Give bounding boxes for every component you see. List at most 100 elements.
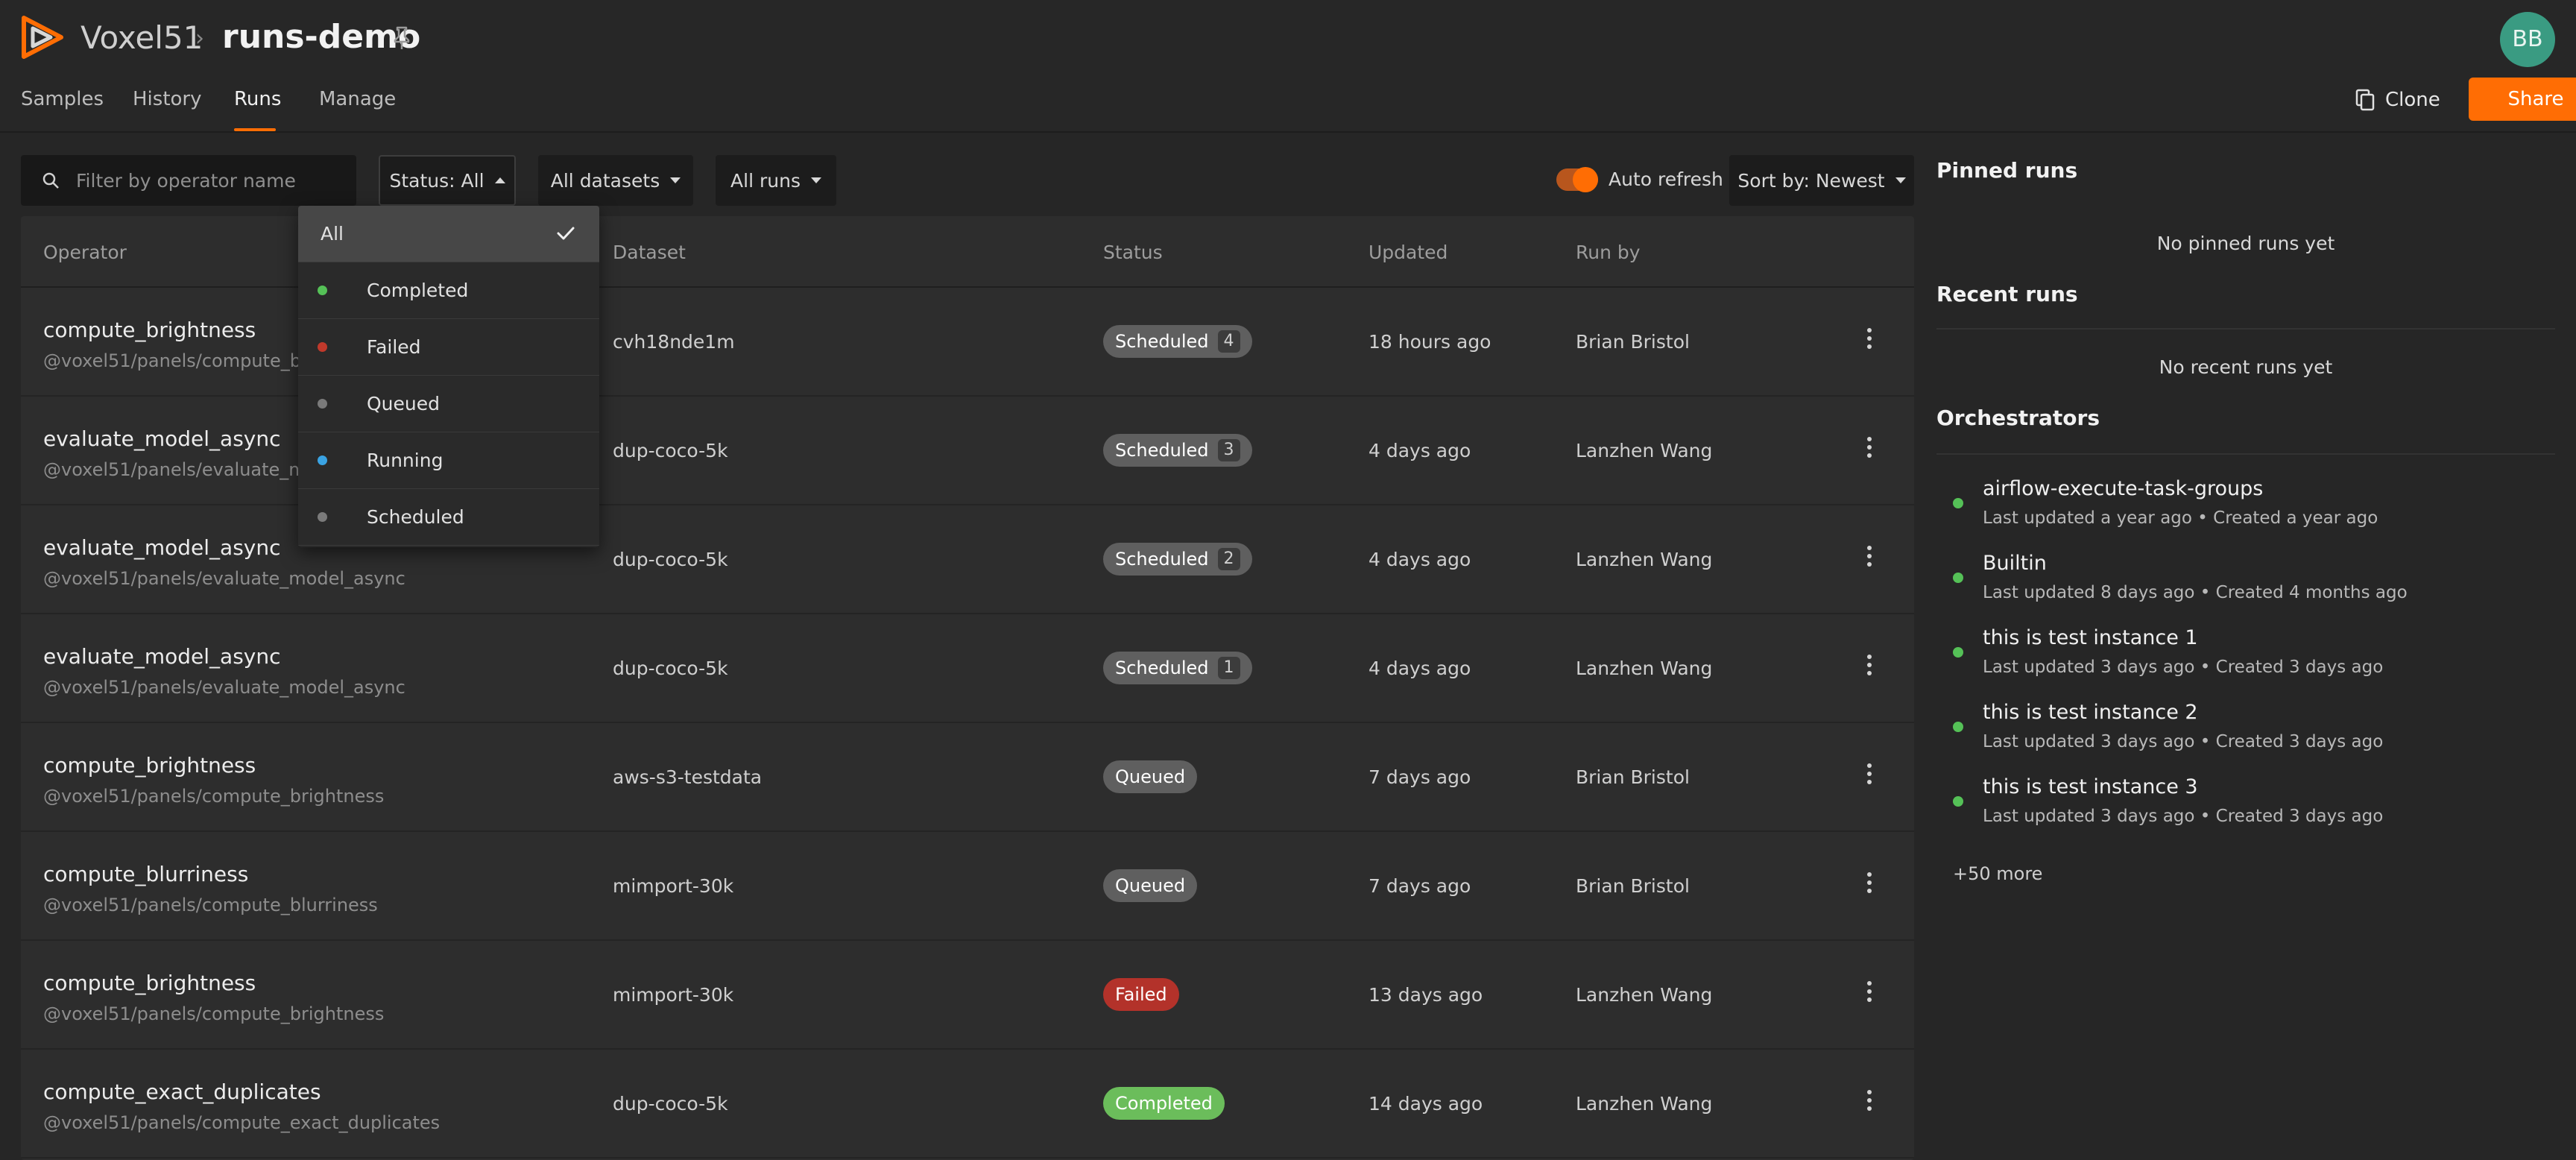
column-header-status[interactable]: Status	[1103, 242, 1163, 263]
status-dot-icon	[318, 342, 327, 352]
orchestrator-item[interactable]: Builtin Last updated 8 days ago • Created…	[1936, 552, 2555, 619]
dataset-cell: mimport-30k	[613, 875, 734, 897]
status-label: Queued	[1115, 766, 1186, 787]
table-row[interactable]: compute_brightness @voxel51/panels/comput…	[21, 723, 1914, 832]
dataset-cell: aws-s3-testdata	[613, 766, 763, 788]
status-option-all[interactable]: All	[298, 206, 599, 262]
status-badge: Scheduled 3	[1103, 434, 1252, 467]
tab-manage[interactable]: Manage	[319, 88, 396, 110]
recent-runs-empty: No recent runs yet	[2159, 356, 2333, 378]
row-menu-icon[interactable]	[1865, 546, 1874, 568]
row-menu-icon[interactable]	[1865, 1090, 1874, 1112]
column-header-run-by[interactable]: Run by	[1576, 242, 1641, 263]
status-option-running[interactable]: Running	[298, 432, 599, 489]
status-option-failed[interactable]: Failed	[298, 319, 599, 376]
row-menu-icon[interactable]	[1865, 872, 1874, 895]
pinned-runs-title: Pinned runs	[1936, 158, 2078, 183]
orchestrator-meta: Last updated 3 days ago • Created 3 days…	[1983, 732, 2384, 751]
tab-runs[interactable]: Runs	[234, 88, 281, 110]
column-header-updated[interactable]: Updated	[1368, 242, 1448, 263]
orchestrator-name[interactable]: this is test instance 3	[1983, 775, 2198, 798]
scheduled-count: 1	[1217, 657, 1240, 679]
orchestrator-meta: Last updated 3 days ago • Created 3 days…	[1983, 807, 2384, 826]
row-menu-icon[interactable]	[1865, 655, 1874, 677]
row-menu-icon[interactable]	[1865, 328, 1874, 350]
orchestrator-item[interactable]: this is test instance 2 Last updated 3 da…	[1936, 701, 2555, 768]
orchestrators-divider	[1936, 453, 2555, 455]
operator-name[interactable]: compute_brightness	[43, 753, 256, 778]
orchestrator-name[interactable]: Builtin	[1983, 552, 2047, 575]
status-option-completed[interactable]: Completed	[298, 262, 599, 319]
more-orchestrators-link[interactable]: +50 more	[1953, 863, 2042, 884]
dataset-cell: dup-coco-5k	[613, 1093, 728, 1115]
operator-name[interactable]: evaluate_model_async	[43, 644, 281, 669]
runs-filter-button[interactable]: All runs	[716, 155, 836, 206]
voxel51-logo-icon[interactable]	[18, 13, 66, 61]
operator-filter[interactable]	[21, 155, 356, 206]
auto-refresh-label: Auto refresh	[1609, 168, 1723, 190]
status-label: Completed	[1115, 1093, 1213, 1114]
tab-samples[interactable]: Samples	[21, 88, 104, 110]
operator-path: @voxel51/panels/evaluate_model_async	[43, 677, 405, 698]
dataset-cell: cvh18nde1m	[613, 331, 735, 353]
datasets-filter-button[interactable]: All datasets	[538, 155, 693, 206]
status-dot-icon	[318, 456, 327, 465]
column-header-dataset[interactable]: Dataset	[613, 242, 686, 263]
status-option-queued[interactable]: Queued	[298, 376, 599, 432]
status-filter-button[interactable]: Status: All	[379, 155, 516, 206]
status-label: Failed	[1115, 984, 1167, 1005]
share-button[interactable]: Share	[2469, 78, 2576, 121]
brand-name[interactable]: Voxel51	[80, 19, 203, 56]
operator-path: @voxel51/panels/compute_exact_duplicates	[43, 1112, 441, 1133]
active-tab-indicator	[234, 128, 276, 131]
column-header-operator[interactable]: Operator	[43, 242, 127, 263]
row-menu-icon[interactable]	[1865, 763, 1874, 786]
operator-path: @voxel51/panels/compute_brig	[43, 350, 325, 371]
caret-down-icon	[670, 177, 681, 183]
orchestrator-name[interactable]: this is test instance 2	[1983, 701, 2198, 724]
status-dot-icon	[1953, 647, 1963, 658]
clone-button[interactable]: Clone	[2355, 81, 2440, 119]
tab-history[interactable]: History	[133, 88, 202, 110]
operator-path: @voxel51/panels/evaluate_mod	[43, 459, 329, 480]
row-menu-icon[interactable]	[1865, 981, 1874, 1003]
updated-cell: 18 hours ago	[1368, 331, 1491, 353]
operator-name[interactable]: compute_brightness	[43, 971, 256, 995]
table-row[interactable]: compute_brightness @voxel51/panels/comput…	[21, 941, 1914, 1050]
updated-cell: 4 days ago	[1368, 440, 1471, 461]
operator-name[interactable]: evaluate_model_async	[43, 426, 281, 451]
orchestrator-name[interactable]: airflow-execute-task-groups	[1983, 477, 2263, 500]
run-by-cell: Lanzhen Wang	[1576, 1093, 1713, 1115]
status-label: Scheduled	[1115, 549, 1209, 570]
auto-refresh-toggle[interactable]	[1556, 167, 1598, 192]
status-option-label: All	[321, 223, 344, 245]
operator-name[interactable]: compute_exact_duplicates	[43, 1079, 321, 1104]
table-row[interactable]: evaluate_model_async @voxel51/panels/eval…	[21, 614, 1914, 723]
orchestrator-meta: Last updated 3 days ago • Created 3 days…	[1983, 658, 2384, 677]
operator-name[interactable]: compute_brightness	[43, 318, 256, 342]
status-dot-icon	[1953, 796, 1963, 807]
table-row[interactable]: compute_exact_duplicates @voxel51/panels/…	[21, 1050, 1914, 1159]
dataset-cell: dup-coco-5k	[613, 658, 728, 679]
dataset-cell: mimport-30k	[613, 984, 734, 1006]
status-option-scheduled[interactable]: Scheduled	[298, 489, 599, 546]
pin-icon[interactable]	[391, 25, 413, 51]
recent-runs-title: Recent runs	[1936, 282, 2078, 306]
status-option-label: Scheduled	[367, 506, 464, 528]
status-label: Scheduled	[1115, 658, 1209, 678]
pinned-runs-empty: No pinned runs yet	[2156, 233, 2335, 254]
operator-filter-input[interactable]	[76, 169, 344, 192]
orchestrator-item[interactable]: this is test instance 1 Last updated 3 da…	[1936, 626, 2555, 693]
orchestrator-name[interactable]: this is test instance 1	[1983, 626, 2198, 649]
sort-button[interactable]: Sort by: Newest	[1729, 155, 1914, 206]
user-avatar[interactable]: BB	[2500, 12, 2555, 67]
operator-name[interactable]: evaluate_model_async	[43, 535, 281, 560]
table-row[interactable]: compute_blurriness @voxel51/panels/comput…	[21, 832, 1914, 941]
run-by-cell: Lanzhen Wang	[1576, 440, 1713, 461]
operator-name[interactable]: compute_blurriness	[43, 862, 248, 886]
orchestrator-item[interactable]: this is test instance 3 Last updated 3 da…	[1936, 775, 2555, 842]
updated-cell: 7 days ago	[1368, 875, 1471, 897]
row-menu-icon[interactable]	[1865, 437, 1874, 459]
orchestrator-item[interactable]: airflow-execute-task-groups Last updated …	[1936, 477, 2555, 544]
status-dot-icon	[318, 512, 327, 522]
